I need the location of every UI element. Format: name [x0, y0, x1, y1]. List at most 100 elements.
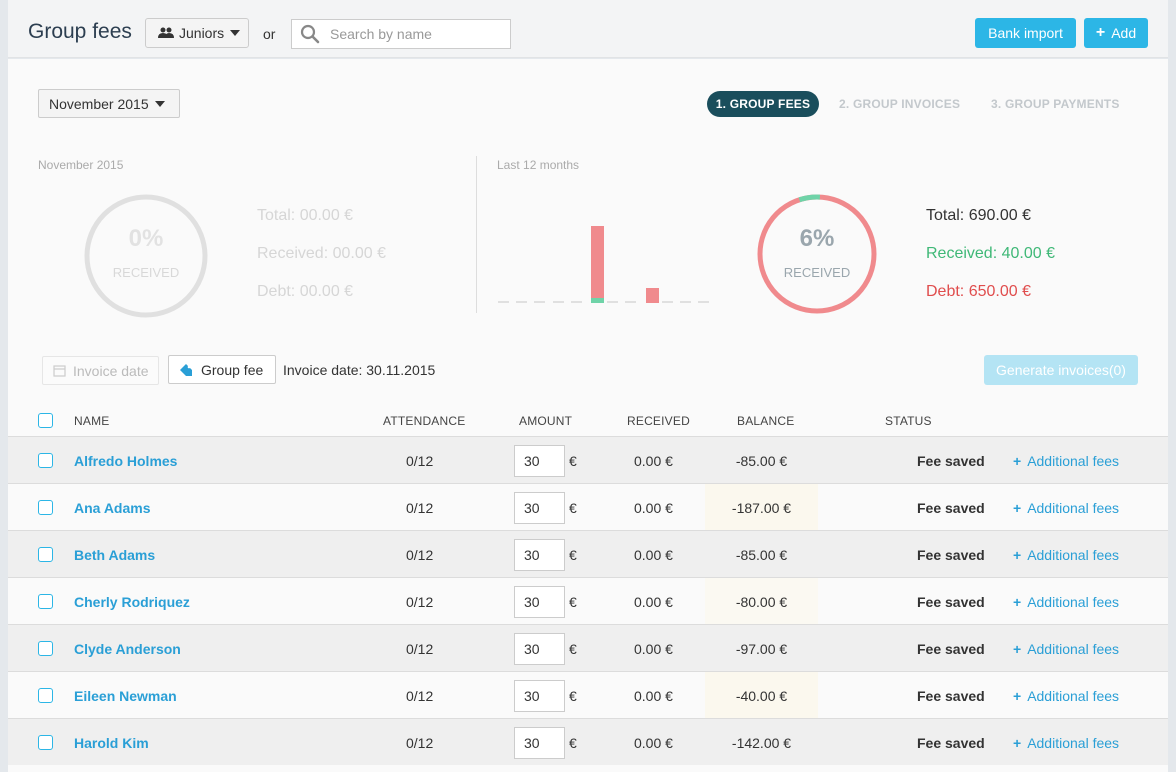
amount-input[interactable]: 30 [514, 727, 565, 759]
month-select-label: November 2015 [49, 95, 149, 112]
attendance-value: 0/12 [406, 500, 434, 516]
row-checkbox[interactable] [38, 641, 53, 656]
balance-value: -85.00 € [735, 453, 788, 469]
additional-fees-link[interactable]: + Additional fees [1013, 594, 1119, 610]
member-name-link[interactable]: Ana Adams [74, 500, 151, 516]
attendance-value: 0/12 [406, 547, 434, 563]
status-value: Fee saved [917, 641, 985, 657]
member-name-link[interactable]: Eileen Newman [74, 688, 177, 704]
amount-input[interactable]: 30 [514, 539, 565, 571]
row-checkbox[interactable] [38, 547, 53, 562]
attendance-value: 0/12 [406, 735, 434, 751]
balance-value: -97.00 € [735, 641, 788, 657]
yearly-donut-label: 6% RECEIVED [756, 225, 878, 280]
additional-fees-label: Additional fees [1027, 547, 1120, 563]
row-checkbox[interactable] [38, 500, 53, 515]
select-all-checkbox[interactable] [38, 413, 53, 428]
received-value: 0.00 € [634, 594, 673, 610]
generate-invoices-button[interactable]: Generate invoices(0) [984, 355, 1138, 385]
search-input[interactable] [330, 26, 500, 42]
member-name-link[interactable]: Harold Kim [74, 735, 149, 751]
attendance-value: 0/12 [406, 688, 434, 704]
tag-icon [180, 363, 192, 376]
empty-month-marker [625, 301, 637, 303]
empty-month-marker [698, 301, 710, 303]
debt-bar [645, 288, 659, 303]
step-group-payments[interactable]: 3. GROUP PAYMENTS [991, 91, 1120, 117]
table-row: Cherly Rodriquez 0/12 30 €0.00 € -80.00 € Fee… [8, 577, 1168, 624]
row-checkbox[interactable] [38, 453, 53, 468]
add-button-label: Add [1111, 25, 1137, 41]
balance-value: -85.00 € [735, 547, 788, 563]
step-group-invoices[interactable]: 2. GROUP INVOICES [839, 91, 960, 117]
additional-fees-label: Additional fees [1027, 641, 1120, 657]
summary-divider [476, 156, 477, 313]
yearly-percent-label: RECEIVED [783, 265, 851, 280]
additional-fees-link[interactable]: + Additional fees [1013, 735, 1119, 751]
table-row: Harold Kim 0/12 30 €0.00 € -142.00 € Fee save… [8, 718, 1168, 765]
column-header-received: RECEIVED [627, 414, 690, 428]
yearly-debt: Debt: 650.00 € [926, 283, 1031, 300]
received-value: 0.00 € [634, 453, 673, 469]
currency-label: € [569, 547, 577, 563]
column-header-balance: BALANCE [737, 414, 795, 428]
group-fee-button[interactable]: Group fee [168, 355, 276, 384]
empty-month-marker [552, 301, 564, 303]
step-group-fees[interactable]: 1. GROUP FEES [707, 91, 819, 117]
search-icon [300, 24, 320, 44]
received-value: 0.00 € [634, 735, 673, 751]
row-checkbox[interactable] [38, 688, 53, 703]
status-value: Fee saved [917, 547, 985, 563]
group-select[interactable]: Juniors [145, 18, 249, 48]
yearly-period-label: Last 12 months [497, 158, 580, 172]
received-value: 0.00 € [634, 688, 673, 704]
received-value: 0.00 € [634, 547, 673, 563]
users-icon [158, 27, 174, 38]
row-checkbox[interactable] [38, 735, 53, 750]
additional-fees-link[interactable]: + Additional fees [1013, 688, 1119, 704]
attendance-value: 0/12 [406, 594, 434, 610]
amount-input[interactable]: 30 [514, 586, 565, 618]
member-name-link[interactable]: Clyde Anderson [74, 641, 181, 657]
balance-value: -40.00 € [735, 688, 788, 704]
search-box[interactable] [291, 19, 511, 49]
additional-fees-link[interactable]: + Additional fees [1013, 641, 1119, 657]
invoice-date-button[interactable]: Invoice date [42, 356, 159, 385]
plus-icon: + [1013, 453, 1022, 469]
row-checkbox[interactable] [38, 594, 53, 609]
currency-label: € [569, 688, 577, 704]
member-name-link[interactable]: Alfredo Holmes [74, 453, 177, 469]
member-name-link[interactable]: Cherly Rodriquez [74, 594, 190, 610]
plus-icon: + [1013, 547, 1022, 563]
amount-input[interactable]: 30 [514, 633, 565, 665]
column-header-name: NAME [74, 414, 110, 428]
additional-fees-label: Additional fees [1027, 453, 1120, 469]
monthly-percent-label: RECEIVED [112, 265, 180, 280]
amount-input[interactable]: 30 [514, 680, 565, 712]
status-value: Fee saved [917, 500, 985, 516]
bank-import-button[interactable]: Bank import [975, 18, 1076, 48]
amount-input[interactable]: 30 [514, 492, 565, 524]
additional-fees-link[interactable]: + Additional fees [1013, 500, 1119, 516]
or-label: or [263, 26, 276, 42]
caret-down-icon [154, 100, 165, 107]
empty-month-marker [570, 301, 582, 303]
month-select[interactable]: November 2015 [38, 89, 180, 118]
top-bar: Group fees Juniors or Bank import + Add [8, 0, 1168, 58]
member-name-link[interactable]: Beth Adams [74, 547, 155, 563]
currency-label: € [569, 735, 577, 751]
additional-fees-label: Additional fees [1027, 735, 1120, 751]
amount-input[interactable]: 30 [514, 445, 565, 477]
attendance-value: 0/12 [406, 453, 434, 469]
monthly-debt: Debt: 00.00 € [257, 283, 354, 300]
additional-fees-link[interactable]: + Additional fees [1013, 547, 1119, 563]
add-button[interactable]: + Add [1084, 18, 1148, 48]
yearly-total: Total: 690.00 € [926, 207, 1031, 224]
page-title: Group fees [28, 20, 132, 43]
column-header-attendance: ATTENDANCE [383, 414, 466, 428]
plus-icon: + [1013, 500, 1022, 516]
balance-value: -80.00 € [735, 594, 788, 610]
table-row: Eileen Newman 0/12 30 €0.00 € -40.00 € Fee sa… [8, 671, 1168, 718]
additional-fees-link[interactable]: + Additional fees [1013, 453, 1119, 469]
currency-label: € [569, 641, 577, 657]
